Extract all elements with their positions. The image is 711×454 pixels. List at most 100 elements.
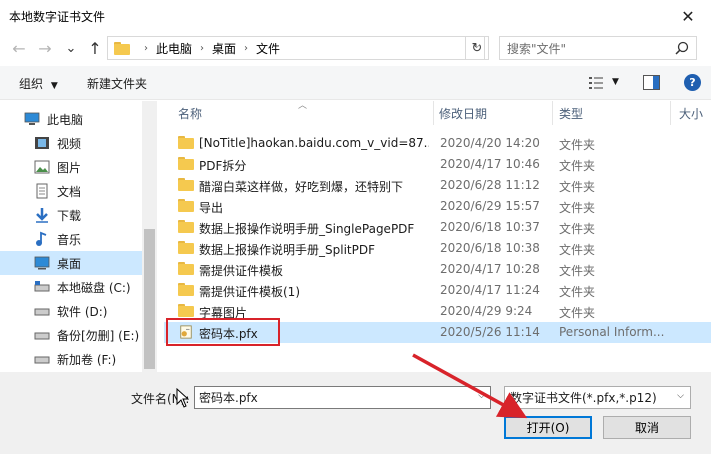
column-header-type[interactable]: 类型 <box>559 101 583 125</box>
file-type: 文件夹 <box>559 201 596 215</box>
sidebar-item-label: 备份[勿删] (E:) <box>57 328 140 343</box>
file-row[interactable]: 导出 2020/6/29 15:57 文件夹 <box>164 196 711 217</box>
search-placeholder: 搜索"文件" <box>507 41 567 56</box>
breadcrumb-this-pc[interactable]: 此电脑 <box>156 40 192 57</box>
column-divider[interactable] <box>552 101 553 125</box>
folder-icon <box>178 136 194 150</box>
view-dropdown-icon[interactable]: ▼ <box>612 77 619 87</box>
organize-button[interactable]: 组织 ▼ <box>19 75 58 92</box>
folder-icon <box>178 157 194 171</box>
dialog-footer <box>0 372 711 454</box>
file-date: 2020/4/20 14:20 <box>440 136 540 150</box>
filetype-value: 数字证书文件(*.pfx,*.p12) <box>510 391 657 405</box>
video-icon <box>35 137 49 149</box>
help-icon[interactable]: ? <box>684 74 701 91</box>
folder-icon <box>178 199 194 213</box>
column-header-date[interactable]: 修改日期 <box>439 101 487 125</box>
highlight-box <box>166 318 280 346</box>
sidebar-item-documents[interactable]: 文档 <box>0 179 142 203</box>
file-type: 文件夹 <box>559 138 596 152</box>
file-row[interactable]: 醋溜白菜这样做，好吃到爆，还特别下 2020/6/28 11:12 文件夹 <box>164 175 711 196</box>
chevron-down-icon: ⌵ <box>677 391 684 401</box>
drive-icon <box>34 332 50 340</box>
sidebar-item-downloads[interactable]: 下载 <box>0 203 142 227</box>
breadcrumb-files[interactable]: 文件 <box>256 40 280 57</box>
sidebar-item-drive-f[interactable]: 新加卷 (F:) <box>0 347 142 371</box>
view-options-icon[interactable] <box>588 76 604 90</box>
file-row[interactable]: 需提供证件模板(1) 2020/4/17 11:24 文件夹 <box>164 280 711 301</box>
music-icon <box>36 231 47 246</box>
folder-icon <box>114 41 130 55</box>
column-divider[interactable] <box>670 101 671 125</box>
sidebar-item-label: 新加卷 (F:) <box>57 352 117 367</box>
file-date: 2020/6/28 11:12 <box>440 178 540 192</box>
drive-icon <box>34 356 50 364</box>
open-button[interactable]: 打开(O) <box>504 416 592 439</box>
sidebar-scrollbar[interactable] <box>142 101 157 372</box>
sort-ascending-icon: ︿ <box>298 101 308 111</box>
file-date: 2020/6/29 15:57 <box>440 199 540 213</box>
file-row[interactable]: 数据上报操作说明手册_SplitPDF 2020/6/18 10:38 文件夹 <box>164 238 711 259</box>
drive-icon <box>34 308 50 316</box>
file-type: 文件夹 <box>559 264 596 278</box>
column-divider[interactable] <box>433 101 434 125</box>
cancel-button[interactable]: 取消 <box>603 416 691 439</box>
file-row[interactable]: PDF拆分 2020/4/17 10:46 文件夹 <box>164 154 711 175</box>
command-toolbar: 组织 ▼ 新建文件夹 ▼ ? <box>0 66 711 100</box>
sidebar-item-label: 此电脑 <box>47 112 84 127</box>
column-header-size[interactable]: 大小 <box>679 101 703 125</box>
file-date: 2020/4/29 9:24 <box>440 304 533 318</box>
back-arrow-icon[interactable]: ← <box>8 37 30 59</box>
file-type: Personal Inform... <box>559 325 665 339</box>
folder-icon <box>178 178 194 192</box>
file-type: 文件夹 <box>559 243 596 257</box>
caret-down-icon: ▼ <box>50 81 58 91</box>
close-icon[interactable]: ✕ <box>665 0 711 32</box>
sidebar-item-pictures[interactable]: 图片 <box>0 155 142 179</box>
breadcrumb-desktop[interactable]: 桌面 <box>212 40 236 57</box>
chevron-right-icon: › <box>144 42 148 54</box>
chevron-down-icon[interactable]: ⌵ <box>478 391 485 401</box>
sidebar-item-drive-d[interactable]: 软件 (D:) <box>0 299 142 323</box>
sidebar-item-music[interactable]: 音乐 <box>0 227 142 251</box>
sidebar-item-this-pc[interactable]: 此电脑 <box>0 107 142 131</box>
recent-locations-icon[interactable]: ⌄ <box>60 37 82 59</box>
refresh-button[interactable]: ↻ <box>465 36 489 60</box>
file-row[interactable]: [NoTitle]haokan.baidu.com_v_vid=87... 20… <box>164 133 711 154</box>
folder-icon <box>178 241 194 255</box>
preview-pane-icon[interactable] <box>643 75 660 90</box>
new-folder-button[interactable]: 新建文件夹 <box>87 75 147 92</box>
sidebar-item-desktop[interactable]: 桌面 <box>0 251 142 275</box>
address-bar-row: ← → ⌄ ↑ › 此电脑 › 桌面 › 文件 ⌵ ↻ 搜索"文件" <box>0 32 711 64</box>
file-row[interactable]: 数据上报操作说明手册_SinglePagePDF 2020/6/18 10:37… <box>164 217 711 238</box>
scrollbar-thumb[interactable] <box>144 229 155 369</box>
navigation-pane: 此电脑 视频 图片 文档 下载 音乐 桌面 本地磁盘 (C:) 软件 (D:) … <box>0 101 157 372</box>
up-arrow-icon[interactable]: ↑ <box>84 37 106 59</box>
sidebar-item-drive-e[interactable]: 备份[勿删] (E:) <box>0 323 142 347</box>
sidebar-item-label: 文档 <box>57 184 82 199</box>
address-path[interactable]: › 此电脑 › 桌面 › 文件 ⌵ <box>107 36 485 60</box>
chevron-right-icon: › <box>200 42 205 54</box>
organize-label: 组织 <box>19 77 44 91</box>
sidebar-item-label: 桌面 <box>57 256 82 271</box>
chevron-right-icon: › <box>244 42 249 54</box>
search-input[interactable]: 搜索"文件" <box>499 36 697 60</box>
filename-value: 密码本.pfx <box>199 391 258 405</box>
file-name: 醋溜白菜这样做，好吃到爆，还特别下 <box>199 180 404 194</box>
file-name: 需提供证件模板 <box>199 264 284 278</box>
forward-arrow-icon[interactable]: → <box>34 37 56 59</box>
file-type: 文件夹 <box>559 222 596 236</box>
file-date: 2020/4/17 10:46 <box>440 157 540 171</box>
file-name: [NoTitle]haokan.baidu.com_v_vid=87... <box>199 136 429 150</box>
column-header-name[interactable]: 名称 <box>178 101 202 125</box>
sidebar-item-videos[interactable]: 视频 <box>0 131 142 155</box>
file-date: 2020/4/17 11:24 <box>440 283 540 297</box>
filetype-select[interactable]: 数字证书文件(*.pfx,*.p12) ⌵ <box>504 386 691 409</box>
file-name: 导出 <box>199 201 224 215</box>
file-row[interactable]: 需提供证件模板 2020/4/17 10:28 文件夹 <box>164 259 711 280</box>
desktop-icon <box>34 256 50 270</box>
file-date: 2020/6/18 10:38 <box>440 241 540 255</box>
download-icon <box>36 208 48 223</box>
filename-input[interactable]: 密码本.pfx ⌵ <box>194 386 491 409</box>
sidebar-item-drive-c[interactable]: 本地磁盘 (C:) <box>0 275 142 299</box>
